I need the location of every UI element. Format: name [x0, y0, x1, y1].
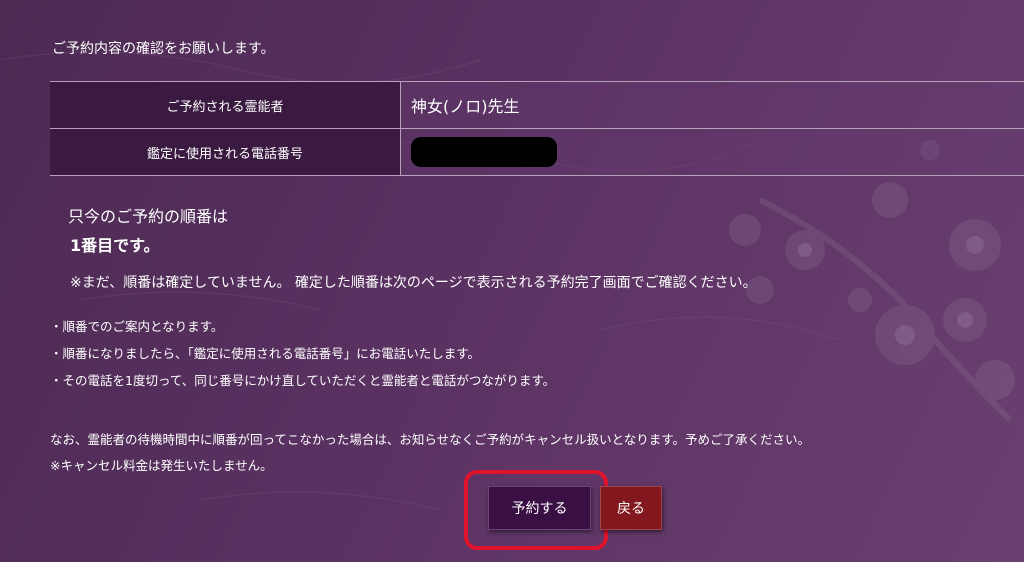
- psychic-label: ご予約される霊能者: [50, 81, 401, 129]
- phone-value: [400, 128, 1024, 176]
- list-item: ・その電話を1度切って、同じ番号にかけ直していただくと霊能者と電話がつながります…: [50, 373, 556, 388]
- order-lead-text: 只今のご予約の順番は: [68, 207, 229, 226]
- redacted-phone-number: [411, 137, 557, 167]
- reserve-button[interactable]: 予約する: [488, 486, 591, 530]
- cancellation-notice: なお、霊能者の待機時間中に順番が回ってこなかった場合は、お知らせなくご予約がキャ…: [50, 432, 811, 447]
- intro-text: ご予約内容の確認をお願いします。: [52, 41, 275, 57]
- table-row: ご予約される霊能者 神女(ノロ)先生: [50, 81, 1024, 129]
- reservation-details-table: ご予約される霊能者 神女(ノロ)先生 鑑定に使用される電話番号: [50, 81, 1024, 176]
- psychic-value: 神女(ノロ)先生: [400, 81, 1024, 129]
- list-item: ・順番でのご案内となります。: [50, 319, 224, 334]
- order-note: ※まだ、順番は確定していません。 確定した順番は次のページで表示される予約完了画…: [70, 275, 757, 291]
- guidance-list: ・順番でのご案内となります。 ・順番になりましたら、「鑑定に使用される電話番号」…: [50, 318, 555, 399]
- phone-label: 鑑定に使用される電話番号: [50, 128, 401, 176]
- list-item: ・順番になりましたら、「鑑定に使用される電話番号」にお電話いたします。: [50, 346, 481, 361]
- order-number: 1番目です。: [70, 236, 160, 255]
- cancellation-fee-note: ※キャンセル料金は発生いたしません。: [50, 458, 273, 473]
- back-button[interactable]: 戻る: [600, 486, 662, 530]
- table-row: 鑑定に使用される電話番号: [50, 128, 1024, 176]
